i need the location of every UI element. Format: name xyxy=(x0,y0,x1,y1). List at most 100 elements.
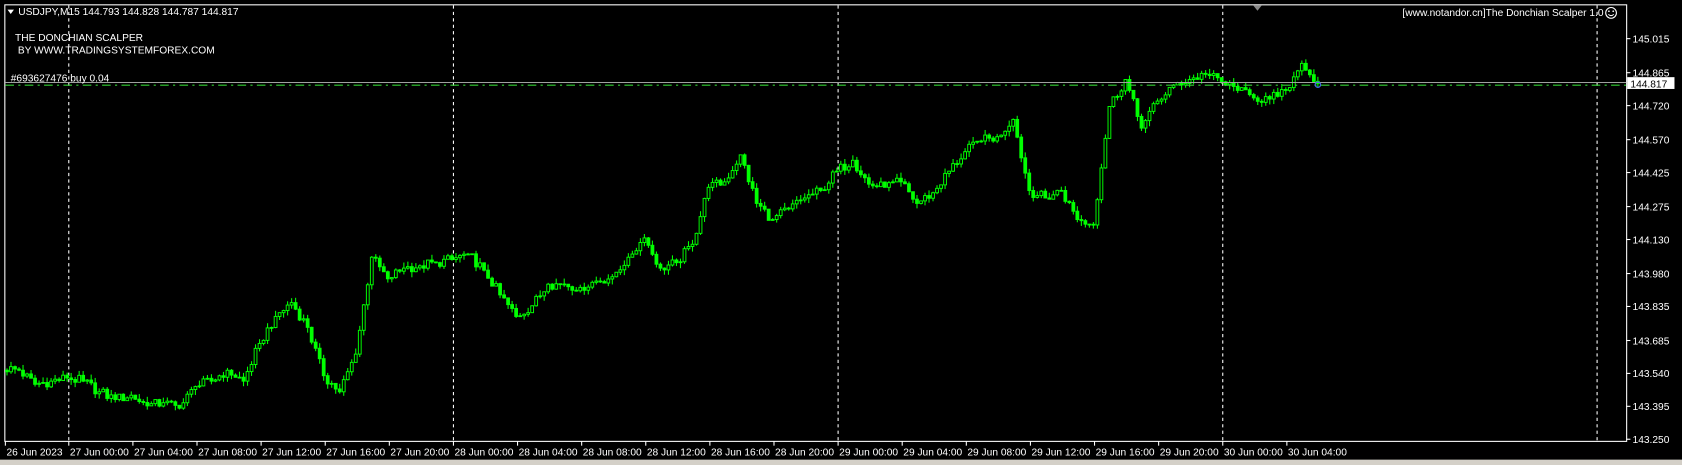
candle-body-bull xyxy=(1299,62,1304,72)
candle-body-bull xyxy=(77,374,82,383)
candle-body-bear xyxy=(57,378,61,382)
candle-body-bear xyxy=(1135,98,1140,117)
candle-body-bear xyxy=(173,401,178,406)
candle-body-bull xyxy=(149,403,154,407)
time-tick-label: 27 Jun 08:00 xyxy=(198,447,257,458)
candle-body-bear xyxy=(1207,73,1212,77)
candle-body-bull xyxy=(213,379,218,382)
candle-body-bear xyxy=(987,134,992,139)
candle xyxy=(357,325,362,358)
candle xyxy=(614,271,619,278)
candle xyxy=(361,304,366,336)
candle-body-bull xyxy=(943,172,947,186)
candle xyxy=(550,283,555,291)
candle-body-bull xyxy=(959,158,963,165)
candle-body-bull xyxy=(393,269,398,279)
time-tick-label: 27 Jun 16:00 xyxy=(326,447,385,458)
candle-body-bull xyxy=(361,304,366,331)
candle-body-bear xyxy=(1047,197,1052,200)
candle-body-bull xyxy=(534,295,539,307)
candle-body-bull xyxy=(225,369,230,378)
candle-body-bull xyxy=(822,189,827,192)
candle-body-bull xyxy=(265,327,270,341)
candle-body-bear xyxy=(502,294,506,299)
candle-body-bull xyxy=(634,250,639,255)
candle-body-bull xyxy=(446,255,450,260)
candle-body-bear xyxy=(1063,190,1068,202)
candle-body-bull xyxy=(301,318,306,321)
candle-body-bear xyxy=(317,347,322,360)
candle-body-bull xyxy=(1147,110,1152,122)
candle-body-bull xyxy=(1167,86,1172,96)
candle-body-bear xyxy=(29,373,33,379)
candle-body-bull xyxy=(967,143,971,153)
time-tick-label: 27 Jun 00:00 xyxy=(70,447,129,458)
candle-body-bull xyxy=(329,382,334,385)
candle-body-bear xyxy=(915,198,919,204)
candle-body-bull xyxy=(530,305,535,314)
candle-body-bear xyxy=(1259,100,1264,103)
candle-body-bull xyxy=(1035,195,1040,198)
candle-body-bear xyxy=(1071,202,1076,212)
candle-body-bull xyxy=(794,199,799,205)
candle-body-bull xyxy=(850,159,855,168)
candle-body-bear xyxy=(562,283,567,286)
candle-body-bear xyxy=(754,187,759,204)
time-tick-label: 26 Jun 2023 xyxy=(6,447,62,458)
candle-body-bear xyxy=(1019,136,1024,159)
candle-body-bull xyxy=(887,182,891,188)
candle-body-bear xyxy=(422,265,426,269)
candle xyxy=(133,394,138,400)
price-chart[interactable]: 145.015144.865144.720144.570144.425144.2… xyxy=(0,0,1682,465)
candle-body-bull xyxy=(774,215,779,221)
candle-body-bull xyxy=(1095,199,1100,226)
candle-body-bull xyxy=(538,295,543,298)
candle-body-bear xyxy=(1283,89,1288,91)
candle-body-bear xyxy=(490,277,494,287)
time-tick-label: 29 Jun 00:00 xyxy=(839,447,898,458)
candle-body-bull xyxy=(1271,91,1276,100)
price-tick-label: 143.250 xyxy=(1633,435,1670,446)
mt4-chart-window[interactable]: 145.015 144.865 144.720 144.570 144.425 144.2… xyxy=(0,0,1682,465)
candle-body-bear xyxy=(858,170,863,176)
candle-body-bear xyxy=(209,377,214,382)
candle-body-bear xyxy=(514,307,518,317)
candle-body-bull xyxy=(678,261,683,264)
candle-body-bull xyxy=(1051,194,1056,200)
candle-body-bear xyxy=(746,164,751,183)
candle-body-bear xyxy=(911,191,915,200)
candle-body-bear xyxy=(5,369,9,373)
candle-body-bear xyxy=(842,163,847,171)
candle-body-bear xyxy=(482,262,486,271)
candle-body-bull xyxy=(1115,95,1120,98)
candle-body-bull xyxy=(426,259,430,269)
candle-body-bull xyxy=(1103,137,1108,169)
candle-body-bear xyxy=(1023,157,1028,174)
candle xyxy=(1111,96,1116,108)
candle-body-bear xyxy=(385,271,390,280)
candle xyxy=(1019,134,1024,163)
candle xyxy=(919,200,923,205)
candle-body-bull xyxy=(698,216,703,234)
candle-body-bear xyxy=(598,280,603,283)
candle-body-bull xyxy=(798,199,803,202)
candle-body-bull xyxy=(610,276,615,280)
candle-body-bull xyxy=(197,385,202,388)
candle-body-bear xyxy=(69,377,74,381)
candle-body-bull xyxy=(895,177,899,183)
candle-body-bull xyxy=(185,393,190,404)
candle-body-bear xyxy=(1027,172,1032,191)
candle-body-bear xyxy=(377,257,382,268)
candle-body-bull xyxy=(979,140,984,143)
candle-body-bear xyxy=(646,237,651,246)
candle xyxy=(1099,163,1104,204)
candle-body-bull xyxy=(401,267,406,272)
candle-body-bear xyxy=(1247,89,1252,96)
candle-body-bull xyxy=(37,382,41,385)
candle-body-bear xyxy=(742,154,747,166)
time-tick-label: 28 Jun 16:00 xyxy=(711,447,770,458)
candle-body-bear xyxy=(17,368,21,371)
time-tick-label: 29 Jun 12:00 xyxy=(1032,447,1091,458)
candle-body-bull xyxy=(846,166,851,171)
candle-body-bull xyxy=(281,310,286,314)
